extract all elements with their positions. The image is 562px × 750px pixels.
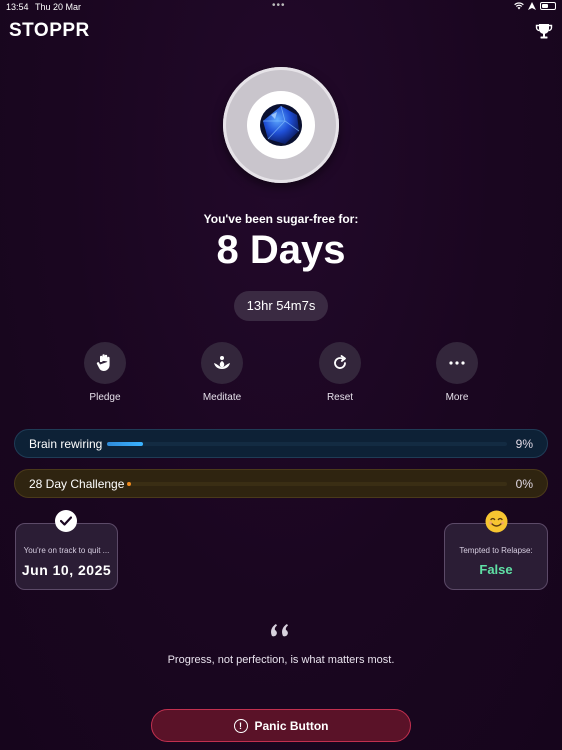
checkmark-icon (55, 510, 77, 532)
more-action[interactable]: More (417, 342, 497, 403)
pledge-action[interactable]: Pledge (65, 342, 145, 403)
quit-date-card[interactable]: You're on track to quit ... Jun 10, 2025 (15, 523, 118, 590)
challenge-fill (127, 482, 131, 486)
avatar-inner-ring (247, 91, 315, 159)
challenge-track (127, 482, 507, 486)
reset-label: Reset (326, 392, 354, 403)
multitask-dots[interactable]: ••• (272, 0, 286, 11)
meditate-button[interactable] (201, 342, 243, 384)
alert-icon: ! (233, 718, 248, 733)
brain-rewiring-label: Brain rewiring (29, 437, 103, 451)
relapse-value: False (479, 562, 513, 577)
status-time: 13:54 (6, 2, 29, 12)
wifi-icon (514, 2, 524, 10)
reset-icon (334, 355, 346, 369)
location-icon (528, 2, 536, 10)
streak-days: 8 Days (216, 228, 346, 272)
quote-icon (271, 624, 288, 637)
quit-date-caption: You're on track to quit ... (23, 546, 110, 555)
challenge-percent: 0% (515, 477, 533, 491)
trophy-icon[interactable] (535, 22, 553, 40)
lotus-icon (214, 356, 230, 369)
status-bar: 13:54 Thu 20 Mar ••• (0, 0, 562, 14)
quit-date-value: Jun 10, 2025 (21, 562, 112, 578)
challenge-label: 28 Day Challenge (29, 477, 125, 491)
motivational-quote: Progress, not perfection, is what matter… (167, 654, 395, 666)
reset-action[interactable]: Reset (300, 342, 380, 403)
battery-icon (540, 2, 556, 10)
more-button[interactable] (436, 342, 478, 384)
system-icons (514, 2, 556, 10)
meditate-label: Meditate (202, 392, 242, 403)
gem-icon (260, 104, 302, 146)
pledge-label: Pledge (89, 392, 121, 403)
brain-rewiring-track (107, 442, 507, 446)
challenge-bar[interactable]: 28 Day Challenge 0% (14, 469, 548, 498)
brain-rewiring-bar[interactable]: Brain rewiring 9% (14, 429, 548, 458)
hand-icon (96, 354, 110, 371)
streak-subtitle: You've been sugar-free for: (203, 212, 359, 226)
status-date: Thu 20 Mar (35, 2, 82, 12)
more-icon (449, 361, 465, 365)
app-logo: STOPPR (9, 20, 90, 41)
smiley-icon (485, 510, 508, 533)
relapse-caption: Tempted to Relapse: (459, 546, 533, 555)
brain-rewiring-percent: 9% (515, 437, 533, 451)
panic-button-label: Panic Button (254, 718, 329, 733)
pledge-button[interactable] (84, 342, 126, 384)
home-screen: 13:54 Thu 20 Mar ••• STOPPR You've been … (0, 0, 562, 750)
more-label: More (445, 392, 469, 403)
panic-button[interactable]: ! Panic Button (151, 709, 411, 742)
brain-rewiring-fill (107, 442, 143, 446)
avatar[interactable] (223, 67, 339, 183)
meditate-action[interactable]: Meditate (182, 342, 262, 403)
reset-button[interactable] (319, 342, 361, 384)
streak-timer: 13hr 54m7s (234, 291, 328, 321)
relapse-card[interactable]: Tempted to Relapse: False (444, 523, 548, 590)
